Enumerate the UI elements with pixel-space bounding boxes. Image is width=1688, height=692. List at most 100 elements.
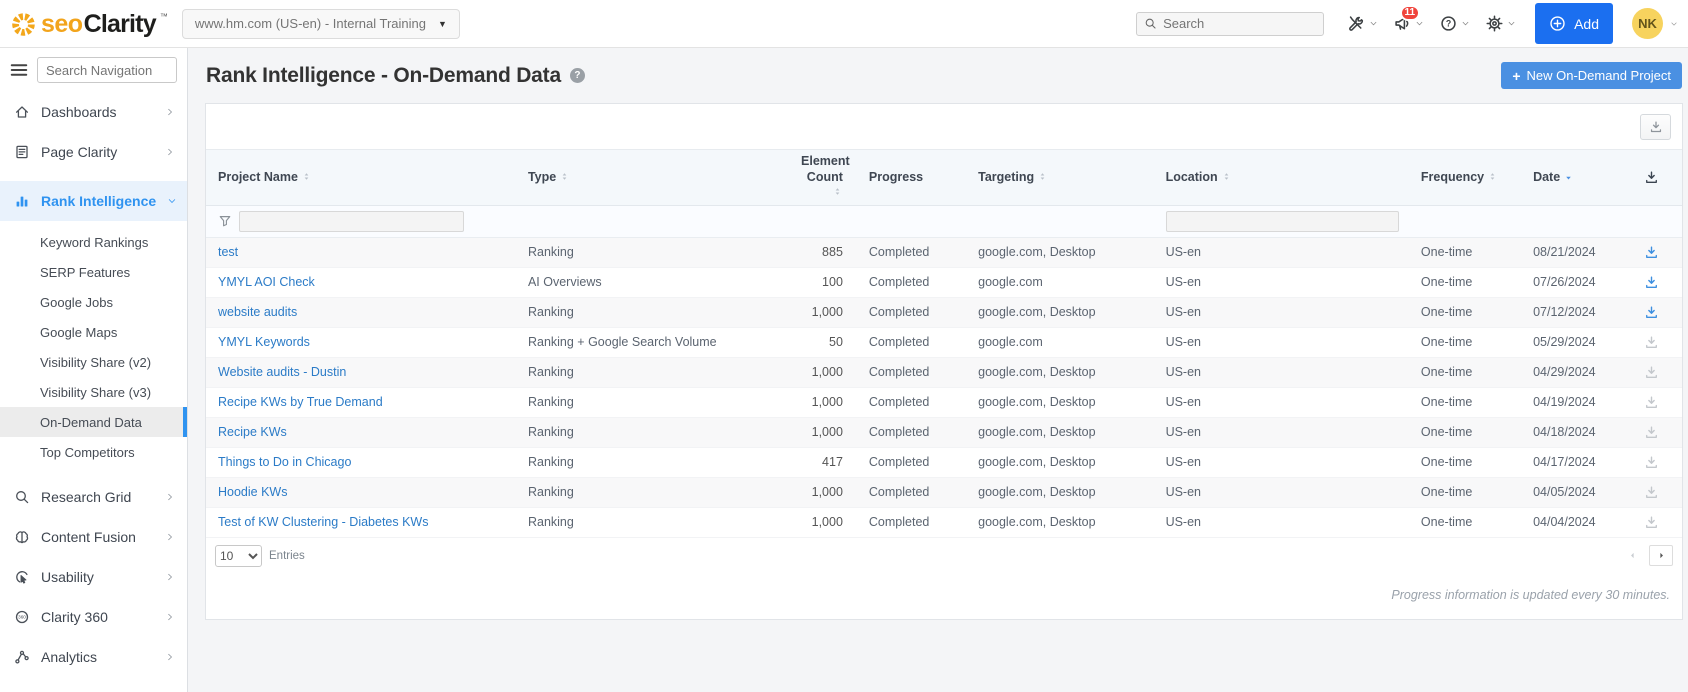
tools-menu[interactable] bbox=[1347, 14, 1378, 33]
progress-cell: Completed bbox=[856, 357, 967, 388]
element-count-cell: 1,000 bbox=[789, 357, 857, 388]
sidebar-item-content-fusion[interactable]: Content Fusion bbox=[0, 517, 187, 557]
table-row: Recipe KWs by True Demand Ranking 1,000 Com… bbox=[206, 387, 1682, 418]
help-icon: ? bbox=[1439, 14, 1458, 33]
new-project-label: New On-Demand Project bbox=[1526, 68, 1672, 83]
notification-badge: 11 bbox=[1399, 5, 1421, 21]
global-search bbox=[1136, 11, 1325, 36]
location-cell: US-en bbox=[1153, 477, 1409, 508]
element-count-cell: 1,000 bbox=[789, 417, 857, 448]
sidebar-search-input[interactable] bbox=[37, 57, 177, 83]
download-icon[interactable] bbox=[1644, 274, 1659, 290]
sidebar-item-label: Dashboards bbox=[41, 104, 117, 120]
date-cell: 04/04/2024 bbox=[1521, 507, 1619, 538]
date-cell: 04/18/2024 bbox=[1521, 417, 1619, 448]
project-link[interactable]: YMYL AOI Check bbox=[218, 275, 315, 289]
sidebar: Dashboards Page Clarity Rank Intelligence K… bbox=[0, 48, 188, 692]
avatar[interactable]: NK bbox=[1632, 8, 1663, 39]
element-count-cell: 417 bbox=[789, 447, 857, 478]
column-header-date[interactable]: Date bbox=[1521, 149, 1619, 206]
sidebar-item-dashboards[interactable]: Dashboards bbox=[0, 92, 187, 132]
column-header-element-count[interactable]: Element Count bbox=[789, 149, 857, 206]
download-icon[interactable] bbox=[1644, 244, 1659, 260]
location-filter-input[interactable] bbox=[1165, 210, 1399, 232]
sidebar-item-visibility-share-v3[interactable]: Visibility Share (v3) bbox=[0, 377, 187, 407]
domain-selector-label: www.hm.com (US-en) - Internal Training bbox=[194, 16, 426, 31]
column-header-location[interactable]: Location bbox=[1153, 149, 1409, 206]
entries-label: Entries bbox=[269, 549, 305, 562]
column-header-frequency[interactable]: Frequency bbox=[1408, 149, 1522, 206]
table-row: website audits Ranking 1,000 Completed googl… bbox=[206, 297, 1682, 328]
export-table-button[interactable] bbox=[1640, 114, 1671, 140]
progress-cell: Completed bbox=[856, 297, 967, 328]
project-link[interactable]: YMYL Keywords bbox=[218, 335, 310, 349]
sidebar-item-usability[interactable]: Usability bbox=[0, 557, 187, 597]
project-link[interactable]: Things to Do in Chicago bbox=[218, 455, 351, 469]
location-cell: US-en bbox=[1153, 267, 1409, 298]
table-row: Test of KW Clustering - Diabetes KWs Rank… bbox=[206, 507, 1682, 538]
download-cell bbox=[1618, 477, 1682, 508]
project-link[interactable]: Test of KW Clustering - Diabetes KWs bbox=[218, 515, 428, 529]
project-name-filter-input[interactable] bbox=[239, 210, 464, 232]
sidebar-item-keyword-rankings[interactable]: Keyword Rankings bbox=[0, 227, 187, 257]
sidebar-item-google-maps[interactable]: Google Maps bbox=[0, 317, 187, 347]
caret-left-icon bbox=[1628, 551, 1637, 560]
domain-selector[interactable]: www.hm.com (US-en) - Internal Training ▼ bbox=[181, 8, 460, 39]
global-search-input[interactable] bbox=[1163, 16, 1317, 31]
project-link[interactable]: Recipe KWs bbox=[218, 425, 287, 439]
location-cell: US-en bbox=[1153, 357, 1409, 388]
type-cell: Ranking bbox=[515, 387, 790, 418]
download-icon[interactable] bbox=[1644, 304, 1659, 320]
settings-menu[interactable] bbox=[1485, 14, 1516, 33]
announcements-menu[interactable]: 11 bbox=[1393, 5, 1424, 33]
chevron-down-icon bbox=[1415, 19, 1424, 28]
sidebar-item-on-demand-data[interactable]: On-Demand Data bbox=[0, 407, 187, 437]
sort-desc-icon bbox=[1560, 170, 1574, 184]
sidebar-item-top-competitors[interactable]: Top Competitors bbox=[0, 437, 187, 467]
location-cell: US-en bbox=[1153, 447, 1409, 478]
column-header-targeting[interactable]: Targeting bbox=[966, 149, 1154, 206]
targeting-cell: google.com, Desktop bbox=[966, 507, 1154, 538]
sidebar-item-page-clarity[interactable]: Page Clarity bbox=[0, 132, 187, 172]
date-cell: 07/26/2024 bbox=[1521, 267, 1619, 298]
project-name-cell: website audits bbox=[206, 297, 516, 328]
element-count-cell: 50 bbox=[789, 327, 857, 358]
entries-per-page-select[interactable]: 10 bbox=[215, 544, 262, 567]
new-on-demand-project-button[interactable]: + New On-Demand Project bbox=[1501, 62, 1682, 89]
brand-logo[interactable]: seo Clarity ™ bbox=[10, 9, 168, 39]
download-cell bbox=[1618, 357, 1682, 388]
project-link[interactable]: test bbox=[218, 245, 238, 259]
filter-funnel-icon[interactable] bbox=[218, 214, 232, 228]
project-link[interactable]: Recipe KWs by True Demand bbox=[218, 395, 383, 409]
sidebar-item-research-grid[interactable]: Research Grid bbox=[0, 477, 187, 517]
column-header-label: Element Count bbox=[801, 154, 850, 184]
plus-icon: + bbox=[1512, 67, 1521, 84]
column-header-label: Targeting bbox=[978, 169, 1035, 184]
sidebar-item-serp-features[interactable]: SERP Features bbox=[0, 257, 187, 287]
caret-right-icon bbox=[1657, 551, 1666, 560]
help-menu[interactable]: ? bbox=[1439, 14, 1470, 33]
sidebar-item-rank-intelligence[interactable]: Rank Intelligence bbox=[0, 181, 187, 221]
add-button[interactable]: Add bbox=[1535, 3, 1613, 44]
targeting-cell: google.com bbox=[966, 327, 1154, 358]
column-header-project-name[interactable]: Project Name bbox=[206, 149, 516, 206]
analytics-icon bbox=[14, 649, 30, 665]
project-link[interactable]: website audits bbox=[218, 305, 297, 319]
sidebar-item-visibility-share-v2[interactable]: Visibility Share (v2) bbox=[0, 347, 187, 377]
sidebar-item-analytics[interactable]: Analytics bbox=[0, 637, 187, 677]
column-header-download[interactable] bbox=[1618, 149, 1682, 206]
sidebar-item-label: Analytics bbox=[41, 649, 98, 665]
table-row: Website audits - Dustin Ranking 1,000 Compl… bbox=[206, 357, 1682, 388]
sidebar-item-google-jobs[interactable]: Google Jobs bbox=[0, 287, 187, 317]
next-page-button[interactable] bbox=[1649, 545, 1673, 567]
download-icon bbox=[1644, 514, 1659, 530]
svg-text:?: ? bbox=[1446, 18, 1451, 28]
on-demand-projects-card: Project Name Type Element Count Progress Tar… bbox=[205, 103, 1683, 620]
download-cell bbox=[1618, 507, 1682, 538]
sidebar-item-clarity-360[interactable]: 360 Clarity 360 bbox=[0, 597, 187, 637]
column-header-type[interactable]: Type bbox=[515, 149, 790, 206]
project-link[interactable]: Hoodie KWs bbox=[218, 485, 287, 499]
project-link[interactable]: Website audits - Dustin bbox=[218, 365, 346, 379]
page-help-icon[interactable]: ? bbox=[569, 68, 585, 83]
hamburger-icon[interactable] bbox=[9, 60, 29, 80]
